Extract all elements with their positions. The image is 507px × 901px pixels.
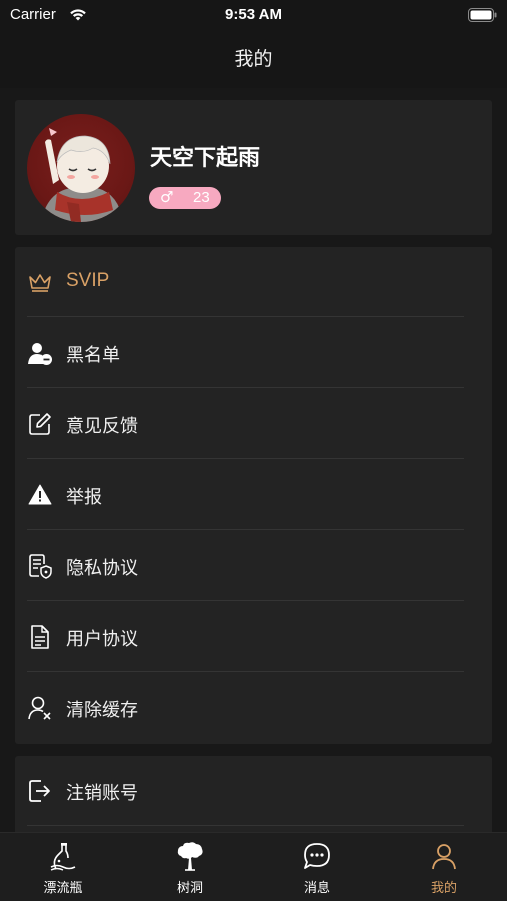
- tab-label: 消息: [303, 881, 330, 896]
- user-clear-icon: [28, 696, 51, 720]
- divider: [27, 600, 464, 601]
- menu-item-svip[interactable]: SVIP: [15, 247, 492, 317]
- menu-item-delete-account[interactable]: 注销账号: [15, 756, 492, 826]
- menu-item-user-agreement[interactable]: 用户协议: [15, 602, 492, 672]
- divider: [27, 825, 464, 826]
- menu-item-label: 清除缓存: [66, 700, 138, 721]
- divider: [27, 387, 464, 388]
- tab-drift-bottle[interactable]: 漂流瓶: [0, 833, 126, 901]
- message-icon: [304, 843, 330, 869]
- tab-tree-hole[interactable]: 树洞: [127, 833, 253, 901]
- menu-item-label: 用户协议: [66, 629, 138, 650]
- divider: [27, 529, 464, 530]
- gender-age-badge: ♂ 23: [149, 187, 221, 209]
- menu-item-report[interactable]: 举报: [15, 460, 492, 530]
- logout-icon: [29, 780, 50, 802]
- profile-card[interactable]: 天空下起雨 ♂ 23: [15, 100, 492, 235]
- menu-item-label: SVIP: [66, 270, 110, 291]
- person-icon: [432, 844, 456, 870]
- document-icon: [31, 625, 49, 649]
- menu-item-label: 隐私协议: [66, 558, 138, 579]
- content-area[interactable]: 天空下起雨 ♂ 23 SVIP 黑名单 意见反馈 举报 隐私协议 用户协议 清除…: [0, 88, 507, 832]
- status-bar: Carrier 9:53 AM: [0, 0, 507, 30]
- tab-label: 漂流瓶: [43, 881, 83, 896]
- divider: [27, 458, 464, 459]
- age-label: 23: [193, 189, 210, 206]
- male-icon: ♂: [160, 188, 174, 206]
- tab-messages[interactable]: 消息: [254, 833, 380, 901]
- menu-card: SVIP 黑名单 意见反馈 举报 隐私协议 用户协议 清除缓存: [15, 247, 492, 744]
- tab-mine[interactable]: 我的: [381, 833, 507, 901]
- warning-icon: [28, 484, 52, 505]
- avatar-illustration: [41, 128, 123, 222]
- tab-bar: 漂流瓶 树洞 消息 我的: [0, 832, 507, 901]
- tree-icon: [177, 842, 203, 871]
- logout-card: 注销账号: [15, 756, 492, 832]
- tab-label: 我的: [430, 881, 457, 896]
- battery-icon: [468, 8, 497, 22]
- privacy-doc-icon: [29, 554, 52, 579]
- menu-item-label: 黑名单: [66, 345, 120, 366]
- menu-item-clear-cache[interactable]: 清除缓存: [15, 673, 492, 743]
- menu-item-label: 意见反馈: [66, 416, 138, 437]
- tab-label: 树洞: [176, 881, 203, 896]
- user-block-icon: [28, 343, 52, 365]
- menu-item-privacy[interactable]: 隐私协议: [15, 531, 492, 601]
- divider: [27, 316, 464, 317]
- status-time: 9:53 AM: [225, 6, 282, 23]
- menu-item-label: 注销账号: [66, 783, 138, 804]
- menu-item-feedback[interactable]: 意见反馈: [15, 389, 492, 459]
- username: 天空下起雨: [150, 146, 261, 171]
- page-title: 我的: [234, 48, 273, 70]
- edit-icon: [29, 413, 51, 435]
- divider: [27, 671, 464, 672]
- avatar[interactable]: [27, 114, 135, 222]
- menu-item-label: 举报: [66, 487, 102, 508]
- bottle-icon: [50, 843, 76, 871]
- crown-icon: [29, 274, 51, 292]
- menu-item-blacklist[interactable]: 黑名单: [15, 318, 492, 388]
